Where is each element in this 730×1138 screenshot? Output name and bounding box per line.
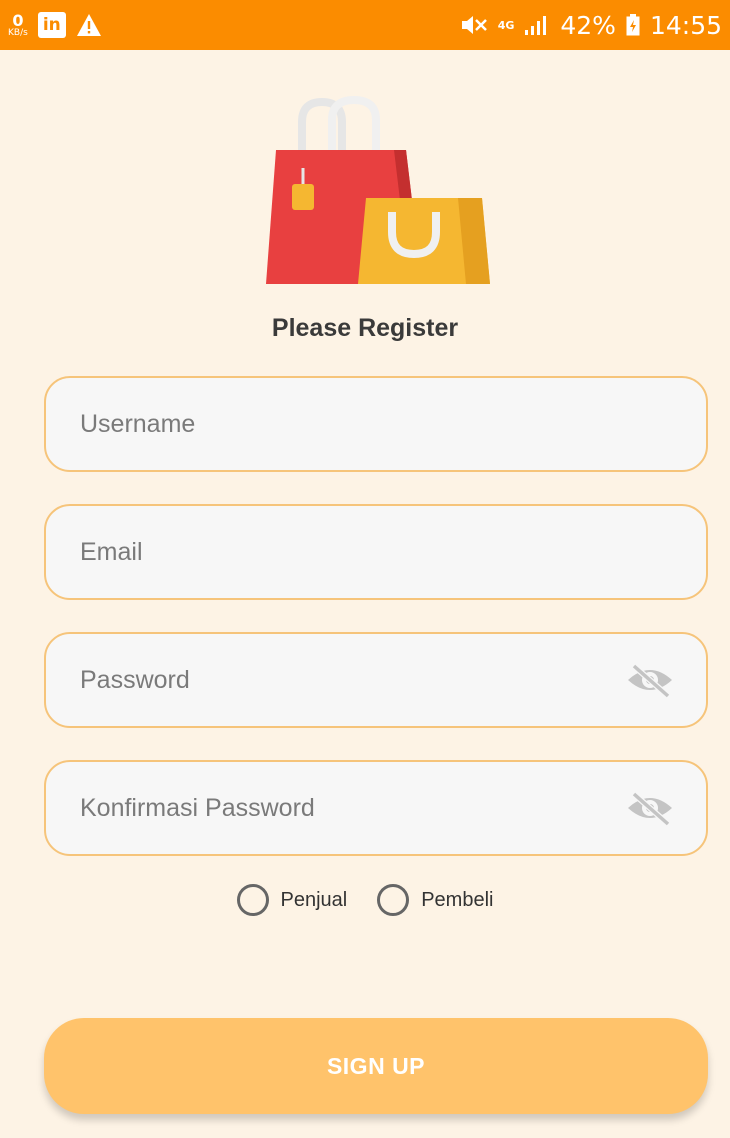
network-speed: 0 KB/s (8, 10, 28, 38)
email-field[interactable] (44, 504, 708, 600)
email-input[interactable] (78, 536, 674, 568)
radio-label-penjual: Penjual (280, 888, 348, 911)
radio-circle-pembeli[interactable] (377, 884, 410, 916)
status-bar: 0 KB/s in 4G 42% 14:55 (0, 0, 730, 50)
battery-icon (626, 14, 640, 36)
radio-penjual[interactable]: Penjual (236, 884, 348, 916)
network-speed-value: 0 (12, 10, 24, 30)
radio-label-pembeli: Pembeli (421, 888, 494, 911)
eye-off-icon[interactable] (626, 790, 674, 826)
battery-percent: 42% (560, 10, 616, 40)
page-title: Please Register (271, 314, 459, 342)
mute-icon (461, 16, 487, 34)
status-bar-left: 0 KB/s in (8, 12, 102, 38)
confirm-password-input[interactable] (78, 792, 616, 824)
network-type: 4G (497, 18, 515, 32)
password-field[interactable] (44, 632, 708, 728)
password-input[interactable] (78, 664, 616, 696)
status-bar-right: 4G 42% 14:55 (460, 11, 722, 40)
username-field[interactable] (44, 376, 708, 472)
signal-icon (525, 16, 547, 35)
shopping-bags-icon (266, 95, 490, 284)
sign-up-button[interactable]: SIGN UP (44, 1018, 708, 1114)
username-input[interactable] (78, 408, 674, 440)
radio-circle-penjual[interactable] (236, 884, 269, 916)
clock: 14:55 (649, 10, 722, 40)
role-radio-group: Penjual Pembeli (0, 884, 730, 916)
warning-icon (76, 14, 101, 36)
linkedin-icon: in (37, 12, 66, 38)
eye-off-icon[interactable] (626, 662, 674, 698)
radio-pembeli[interactable]: Pembeli (377, 884, 493, 916)
confirm-password-field[interactable] (44, 760, 708, 856)
network-speed-unit: KB/s (8, 27, 28, 38)
